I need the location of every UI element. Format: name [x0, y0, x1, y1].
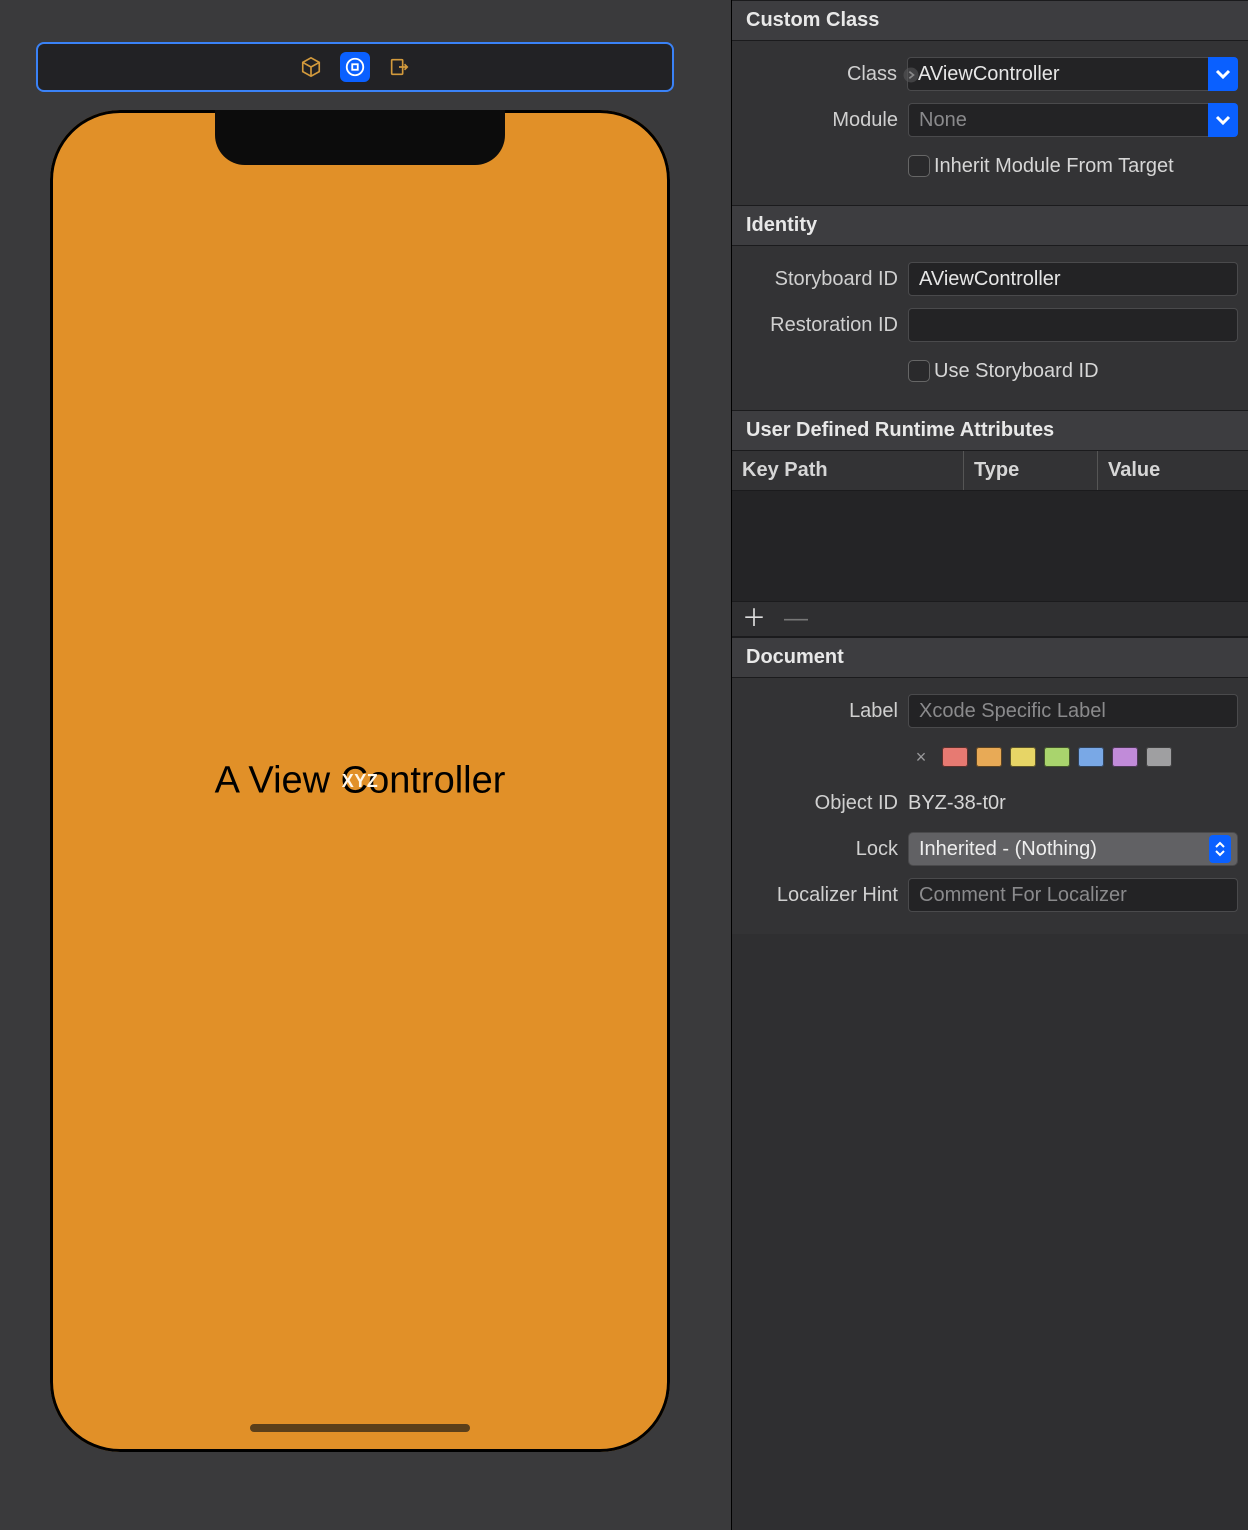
class-label: Class	[742, 63, 899, 86]
section-body-document: Label × Object ID BYZ-38-t0r Lock Inheri…	[732, 678, 1248, 934]
lock-label: Lock	[742, 838, 900, 861]
use-storyboard-id-label: Use Storyboard ID	[934, 360, 1099, 383]
localizer-hint-field[interactable]	[908, 878, 1238, 912]
color-swatch[interactable]	[976, 747, 1002, 767]
home-indicator	[250, 1424, 470, 1432]
storyboard-canvas: A View Controller XYZ	[0, 0, 732, 1530]
section-header-document: Document	[732, 637, 1248, 678]
restoration-id-label: Restoration ID	[742, 314, 900, 337]
color-swatch[interactable]	[1112, 747, 1138, 767]
storyboard-id-field[interactable]	[908, 262, 1238, 296]
document-label-field[interactable]	[908, 694, 1238, 728]
col-type[interactable]: Type	[964, 451, 1098, 490]
view-label: A View Controller XYZ	[50, 760, 670, 803]
section-header-custom-class: Custom Class	[732, 0, 1248, 41]
document-label-label: Label	[742, 700, 900, 723]
restoration-id-field[interactable]	[908, 308, 1238, 342]
device-notch	[215, 110, 505, 165]
chevron-down-icon	[1214, 111, 1232, 129]
col-value[interactable]: Value	[1098, 451, 1248, 490]
view-label-text: A View Controller	[215, 760, 506, 802]
section-body-identity: Storyboard ID Restoration ID Use Storybo…	[732, 246, 1248, 410]
storyboard-id-label: Storyboard ID	[742, 268, 900, 291]
cube-icon[interactable]	[296, 52, 326, 82]
remove-attr-button[interactable]: —	[784, 607, 808, 631]
color-swatch[interactable]	[1078, 747, 1104, 767]
add-attr-button[interactable]: ＋	[742, 607, 766, 631]
inspector-panel: Custom Class Class Module	[732, 0, 1248, 1530]
color-swatch[interactable]	[942, 747, 968, 767]
goto-arrow-icon[interactable]	[901, 65, 921, 85]
col-keypath[interactable]: Key Path	[732, 451, 964, 490]
runtime-attrs-footer: ＋ —	[732, 601, 1248, 637]
class-field[interactable]	[907, 57, 1212, 91]
color-swatch[interactable]	[1146, 747, 1172, 767]
inspector-filler	[732, 934, 1248, 1530]
document-color-swatches: ×	[908, 747, 1238, 767]
color-swatch[interactable]	[1044, 747, 1070, 767]
scene-selection-bar[interactable]	[36, 42, 674, 92]
stepper-icon	[1209, 835, 1231, 863]
section-header-runtime-attrs: User Defined Runtime Attributes	[732, 410, 1248, 451]
runtime-attrs-columns: Key Path Type Value	[732, 451, 1248, 491]
lock-value: Inherited - (Nothing)	[919, 838, 1097, 861]
module-label: Module	[742, 109, 900, 132]
module-field[interactable]	[908, 103, 1212, 137]
runtime-attrs-body[interactable]	[732, 491, 1248, 601]
object-id-label: Object ID	[742, 792, 900, 815]
section-header-identity: Identity	[732, 205, 1248, 246]
module-dropdown-button[interactable]	[1208, 103, 1238, 137]
device-preview[interactable]: A View Controller XYZ	[50, 110, 670, 1452]
exit-icon[interactable]	[384, 52, 414, 82]
lock-select[interactable]: Inherited - (Nothing)	[908, 832, 1238, 866]
use-storyboard-id-checkbox[interactable]	[908, 360, 930, 382]
clear-color-button[interactable]: ×	[908, 747, 934, 767]
chevron-down-icon	[1214, 65, 1232, 83]
class-dropdown-button[interactable]	[1208, 57, 1238, 91]
localizer-hint-label: Localizer Hint	[742, 884, 900, 907]
object-id-value: BYZ-38-t0r	[908, 792, 1006, 815]
view-controller-icon[interactable]	[340, 52, 370, 82]
inherit-module-checkbox[interactable]	[908, 155, 930, 177]
section-body-custom-class: Class Module	[732, 41, 1248, 205]
color-swatch[interactable]	[1010, 747, 1036, 767]
inherit-module-label: Inherit Module From Target	[934, 155, 1174, 178]
